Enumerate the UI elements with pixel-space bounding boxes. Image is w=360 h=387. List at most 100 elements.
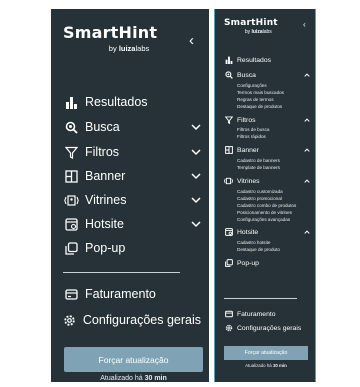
collapse-sidebar-button[interactable]: ‹ [303, 21, 306, 29]
sidebar-item-faturamento[interactable]: Faturamento [63, 285, 201, 303]
sidebar-item-label: Vitrines [85, 193, 127, 207]
force-refresh-button[interactable]: Forçar atualização [224, 346, 308, 360]
sidebar-item-popup[interactable]: Pop-up [63, 239, 201, 257]
filter-icon [63, 144, 79, 160]
last-updated: Atualizado há 30 min [64, 375, 203, 382]
search-icon [63, 119, 79, 135]
sidebar-item-vitrines[interactable]: Vitrines [224, 176, 310, 186]
brand-sub-suffix: labs [135, 44, 150, 53]
gear-icon [63, 312, 77, 328]
submenu-item[interactable]: Configurações avançadas [237, 217, 290, 223]
submenu-item[interactable]: Template de banners [237, 165, 280, 171]
gear-icon [224, 324, 233, 333]
brand-sub-brand: luiza [118, 44, 136, 53]
submenu-item[interactable]: Regras de termos [237, 97, 274, 103]
sidebar-item-label: Faturamento [237, 310, 276, 318]
submenu-item[interactable]: Cadastro de banners [237, 158, 280, 164]
showcase-icon [63, 192, 79, 208]
last-updated-value: 30 min [272, 363, 287, 368]
sidebar-divider [63, 272, 180, 273]
bar-chart-icon [224, 56, 233, 65]
chevron-down-icon [191, 219, 201, 229]
sidebar-item-label: Configurações gerais [237, 324, 302, 332]
chevron-up-icon [303, 72, 310, 79]
sidebar-item-configuracoes[interactable]: Configurações gerais [63, 311, 201, 329]
banner-icon [63, 168, 79, 184]
sidebar-item-label: Banner [237, 146, 259, 154]
brand-name: SmartHint [224, 18, 278, 28]
chevron-down-icon [191, 122, 201, 132]
sidebar-item-label: Vitrines [237, 177, 260, 185]
submenu-item[interactable]: Destaque de produtos [237, 104, 282, 110]
chevron-up-icon [303, 229, 310, 236]
force-refresh-button[interactable]: Forçar atualização [64, 347, 203, 372]
popup-icon [63, 240, 79, 256]
sidebar-item-banner[interactable]: Banner [224, 145, 310, 155]
submenu-item[interactable]: Termos mais buscados [237, 90, 284, 96]
sidebar-item-hotsite[interactable]: Hotsite [63, 215, 201, 233]
sidebar-item-resultados[interactable]: Resultados [224, 55, 310, 65]
sidebar-item-label: Hotsite [85, 217, 124, 231]
sidebar-item-label: Filtros [237, 116, 256, 124]
brand-sub-brand: luiza [251, 29, 263, 35]
last-updated-prefix: Atualizado há [245, 363, 272, 368]
submenu-item[interactable]: Destaque de produto [237, 247, 280, 253]
submenu-item[interactable]: Filtros de busca [237, 127, 269, 133]
brand-sub-prefix: by [108, 44, 117, 53]
last-updated-prefix: Atualizado há [100, 375, 143, 382]
submenu-item[interactable]: Posicionamento de vitrines [237, 210, 292, 216]
sidebar-item-busca[interactable]: Busca [63, 118, 201, 136]
billing-icon [63, 286, 79, 302]
last-updated-value: 30 min [144, 375, 167, 382]
hotsite-icon [63, 216, 79, 232]
submenu-item[interactable]: Cadastro customizada [237, 189, 283, 195]
chevron-down-icon [191, 147, 201, 157]
sidebar-item-banner[interactable]: Banner [63, 167, 201, 185]
popup-icon [224, 259, 233, 268]
sidebar-item-label: Pop-up [237, 259, 259, 267]
sidebar-item-popup[interactable]: Pop-up [224, 258, 310, 268]
showcase-icon [224, 177, 233, 186]
sidebar-item-vitrines[interactable]: Vitrines [63, 191, 201, 209]
sidebar-item-label: Busca [85, 120, 120, 134]
collapse-sidebar-button[interactable]: ‹ [189, 33, 194, 48]
brand-sub-suffix: labs [262, 29, 272, 35]
billing-icon [224, 310, 233, 319]
sidebar-item-label: Resultados [237, 56, 272, 64]
hotsite-icon [224, 228, 233, 237]
submenu-item[interactable]: Cadastro combo de produtos [237, 203, 296, 209]
sidebar-item-label: Faturamento [85, 287, 156, 301]
sidebar-item-label: Filtros [85, 145, 120, 159]
brand-logo: SmartHint by luizalabs [224, 18, 278, 35]
submenu-item[interactable]: Cadastro promocional [237, 196, 282, 202]
sidebar-expanded: SmartHint by luizalabs ‹ Resultados Busc… [214, 9, 316, 382]
last-updated: Atualizado há 30 min [224, 363, 308, 368]
sidebar-item-label: Resultados [85, 95, 148, 109]
bar-chart-icon [63, 94, 79, 110]
chevron-down-icon [191, 195, 201, 205]
sidebar-item-filtros[interactable]: Filtros [224, 115, 310, 125]
search-icon [224, 71, 233, 80]
sidebar-item-filtros[interactable]: Filtros [63, 143, 201, 161]
sidebar-item-configuracoes[interactable]: Configurações gerais [224, 323, 310, 333]
sidebar-item-busca[interactable]: Busca [224, 70, 310, 80]
chevron-up-icon [303, 178, 310, 185]
submenu-item[interactable]: Configurações [237, 83, 267, 89]
brand-sub-prefix: by [244, 29, 251, 35]
brand-logo: SmartHint by luizalabs [63, 23, 157, 53]
submenu-item[interactable]: Cadastro hotsite [237, 240, 270, 246]
sidebar-item-faturamento[interactable]: Faturamento [224, 309, 310, 319]
sidebar-item-label: Busca [237, 71, 256, 79]
sidebar-item-resultados[interactable]: Resultados [63, 93, 201, 111]
sidebar-collapsed: SmartHint by luizalabs ‹ Resultados Busc… [51, 9, 209, 382]
sidebar-item-hotsite[interactable]: Hotsite [224, 227, 310, 237]
submenu-item[interactable]: Filtros rápidos [237, 134, 266, 140]
chevron-up-icon [303, 117, 310, 124]
sidebar-item-label: Pop-up [85, 241, 126, 255]
sidebar-item-label: Hotsite [237, 228, 259, 236]
brand-subline: by luizalabs [224, 29, 272, 35]
chevron-up-icon [303, 147, 310, 154]
sidebar-item-label: Configurações gerais [82, 313, 201, 327]
chevron-down-icon [191, 171, 201, 181]
sidebar-divider [224, 298, 297, 299]
